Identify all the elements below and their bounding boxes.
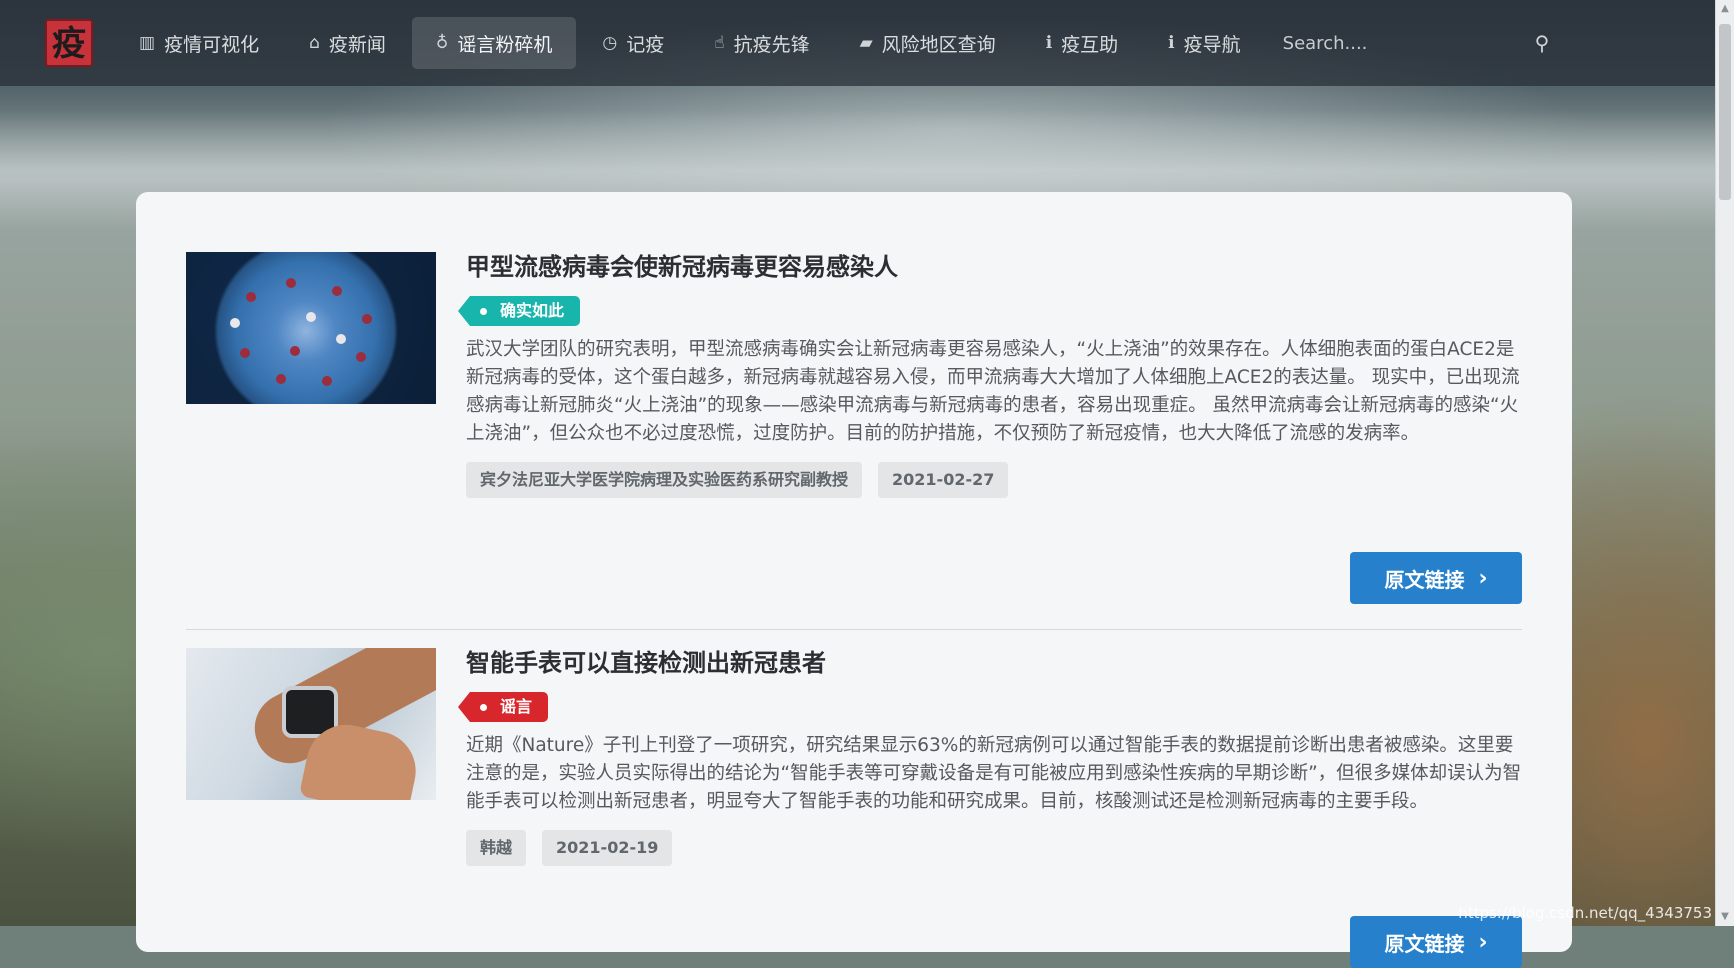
bar-chart-icon: ▥ xyxy=(139,33,156,53)
scrollbar-thumb[interactable] xyxy=(1719,24,1731,200)
scroll-up-arrow-icon[interactable]: ▲ xyxy=(1716,0,1734,18)
search-icon[interactable]: ⚲ xyxy=(1535,31,1550,55)
author-chip: 宾夕法尼亚大学医学院病理及实验医药系研究副教授 xyxy=(466,462,863,498)
nav-item-label: 疫情可视化 xyxy=(164,33,260,56)
verdict-label: 谣言 xyxy=(500,697,533,716)
date-chip: 2021-02-27 xyxy=(878,462,1009,498)
clock-icon: ◷ xyxy=(602,33,618,53)
nav-item-label: 谣言粉碎机 xyxy=(457,33,553,56)
article-title[interactable]: 甲型流感病毒会使新冠病毒更容易感染人 xyxy=(466,252,1522,282)
article-meta: 宾夕法尼亚大学医学院病理及实验医药系研究副教授 2021-02-27 xyxy=(466,462,1522,498)
top-navbar: 疫 ▥ 疫情可视化 ⌂ 疫新闻 ♁ 谣言粉碎机 ◷ 记疫 ☝ 抗疫先锋 ▰ 风险… xyxy=(0,0,1716,86)
nav-item-journal[interactable]: ◷ 记疫 xyxy=(578,17,688,69)
thumbs-up-icon: ☝ xyxy=(714,33,725,53)
site-logo[interactable]: 疫 xyxy=(45,19,93,67)
article-meta: 韩越 2021-02-19 xyxy=(466,830,1522,866)
nav-item-news[interactable]: ⌂ 疫新闻 xyxy=(285,17,410,69)
nav-item-mutual-aid[interactable]: ℹ 疫互助 xyxy=(1022,17,1142,69)
article-body: 智能手表可以直接检测出新冠患者 谣言 近期《Nature》子刊上刊登了一项研究，… xyxy=(457,648,1522,866)
nav-item-pioneers[interactable]: ☝ 抗疫先锋 xyxy=(690,17,833,69)
verdict-label: 确实如此 xyxy=(500,301,565,320)
article-description: 武汉大学团队的研究表明，甲型流感病毒确实会让新冠病毒更容易感染人，“火上浇油”的… xyxy=(466,339,1520,444)
nav-item-label: 风险地区查询 xyxy=(881,33,996,56)
tag-dot-icon xyxy=(480,308,487,315)
chevron-right-icon: › xyxy=(1478,929,1488,955)
nav-item-risk-area[interactable]: ▰ 风险地区查询 xyxy=(836,17,1020,69)
nav-item-label: 疫新闻 xyxy=(328,33,386,56)
info-icon: ℹ xyxy=(1045,33,1053,53)
book-icon: ▰ xyxy=(859,33,873,53)
chevron-right-icon: › xyxy=(1478,565,1488,591)
info-icon: ℹ xyxy=(1168,33,1175,53)
article-thumbnail-smartwatch[interactable] xyxy=(186,648,436,800)
page-scrollbar[interactable]: ▲ ▼ xyxy=(1715,0,1734,926)
button-label: 原文链接 xyxy=(1384,931,1465,956)
search-box: ⚲ xyxy=(1280,24,1550,62)
button-label: 原文链接 xyxy=(1384,567,1465,592)
nav-item-label: 记疫 xyxy=(626,33,665,56)
nav-item-label: 抗疫先锋 xyxy=(733,33,810,56)
home-icon: ⌂ xyxy=(309,33,320,53)
scroll-down-arrow-icon[interactable]: ▼ xyxy=(1716,908,1734,926)
nav-item-navigation[interactable]: ℹ 疫导航 xyxy=(1144,17,1264,69)
nav-item-label: 疫导航 xyxy=(1183,33,1241,56)
article-title[interactable]: 智能手表可以直接检测出新冠患者 xyxy=(466,648,1522,678)
article-thumbnail-virus[interactable] xyxy=(186,252,436,404)
search-input[interactable] xyxy=(1280,24,1505,62)
author-chip: 韩越 xyxy=(466,830,527,866)
article-body: 甲型流感病毒会使新冠病毒更容易感染人 确实如此 武汉大学团队的研究表明，甲型流感… xyxy=(457,252,1522,498)
article-description: 近期《Nature》子刊上刊登了一项研究，研究结果显示63%的新冠病例可以通过智… xyxy=(466,735,1522,812)
lightbulb-icon: ♁ xyxy=(435,33,449,53)
source-link-button[interactable]: 原文链接 › xyxy=(1350,552,1522,604)
nav-item-label: 疫互助 xyxy=(1061,33,1119,56)
watermark-text: https://blog.csdn.net/qq_4343753 xyxy=(1458,904,1712,922)
source-link-button[interactable]: 原文链接 › xyxy=(1350,916,1522,968)
article-divider xyxy=(186,629,1522,630)
tag-dot-icon xyxy=(480,704,487,711)
rumor-list-card: 甲型流感病毒会使新冠病毒更容易感染人 确实如此 武汉大学团队的研究表明，甲型流感… xyxy=(136,192,1572,968)
verdict-badge-rumor: 谣言 xyxy=(457,692,549,722)
nav-item-visualization[interactable]: ▥ 疫情可视化 xyxy=(115,17,283,69)
nav-item-rumor-buster[interactable]: ♁ 谣言粉碎机 xyxy=(411,17,577,69)
verdict-badge-true: 确实如此 xyxy=(457,296,581,326)
date-chip: 2021-02-19 xyxy=(542,830,673,866)
